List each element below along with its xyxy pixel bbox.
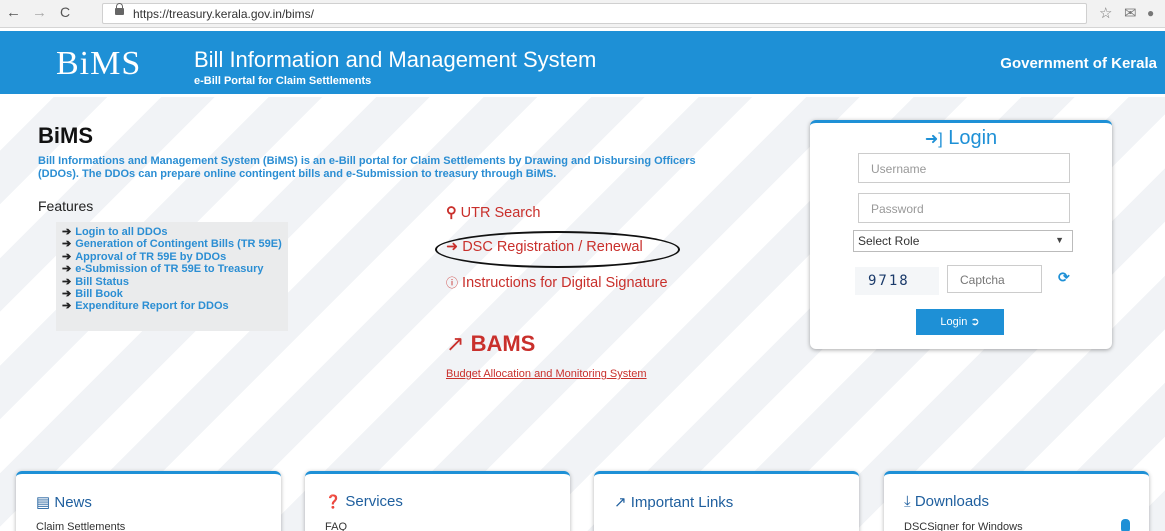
arrow-right-icon: ➔ [62,238,72,251]
lock-icon [115,3,124,15]
feature-item: ➔ Login to all DDOs [62,226,168,238]
arrow-right-icon: ➔ [62,263,72,276]
services-item[interactable]: FAQ [325,521,347,531]
address-bar[interactable]: https://treasury.kerala.gov.in/bims/ [102,3,1087,24]
reload-icon[interactable]: C [60,4,70,20]
url-text: https://treasury.kerala.gov.in/bims/ [133,7,314,21]
main-content: BiMS Bill Informations and Management Sy… [0,97,1165,531]
browser-toolbar: ← → C https://treasury.kerala.gov.in/bim… [0,0,1165,28]
sign-in-icon: ➜] [924,131,943,148]
downloads-item[interactable]: DSCSigner for Windows [904,521,1023,531]
downloads-heading: ⤓ Downloads [904,493,990,510]
caret-down-icon: ▼ [1055,235,1064,245]
info-circle-icon: ⓘ [446,276,459,290]
bims-description: Bill Informations and Management System … [38,155,696,180]
features-list: ➔ Login to all DDOs ➔ Generation of Contin… [56,222,288,331]
brand-heading: BiMS [38,123,93,148]
feature-item: ➔ Bill Book [62,288,123,301]
bams-link[interactable]: ↗ BAMS [446,331,535,357]
features-heading: Features [38,198,94,214]
captcha-image: 9718 [855,267,939,295]
dsc-registration-link[interactable]: ➜ DSC Registration / Renewal [446,239,643,255]
news-item[interactable]: Claim Settlements [36,521,125,531]
important-links-panel: ↗ Important Links [594,471,859,531]
download-icon: ⤓ [904,493,911,510]
profile-icon[interactable]: ● [1147,6,1154,20]
arrow-right-icon: ➔ [62,250,72,263]
arrow-right-icon: ➔ [62,226,72,238]
scrollbar-thumb[interactable] [1121,519,1130,531]
feature-item: ➔ Approval of TR 59E by DDOs [62,250,227,263]
login-button[interactable]: Login ➲ [916,309,1004,335]
site-logo[interactable]: BiMS [56,45,141,83]
bams-subtitle-link[interactable]: Budget Allocation and Monitoring System [446,368,647,380]
back-icon[interactable]: ← [6,4,21,21]
forward-icon[interactable]: → [32,4,47,21]
utr-search-link[interactable]: ⚲ UTR Search [446,205,540,221]
refresh-captcha-icon[interactable]: ⟳ [1058,269,1070,286]
arrow-right-icon: ➔ [62,275,72,288]
mail-icon[interactable]: ✉ [1124,4,1137,22]
role-select[interactable]: Select Role ▼ [853,230,1073,252]
arrow-right-icon: ➔ [62,300,72,313]
feature-item: ➔ Expenditure Report for DDOs [62,300,229,313]
government-label: Government of Kerala [1000,55,1157,72]
newspaper-icon: ▤ [36,494,51,511]
arrow-circle-right-icon: ➲ [970,316,980,328]
site-title: Bill Information and Management System [194,47,597,72]
news-panel: ▤ News Claim Settlements [16,471,281,531]
feature-item: ➔ Generation of Contingent Bills (TR 59E) [62,238,282,251]
login-panel: ➜] Login Username Password Select Role ▼… [810,120,1112,349]
feature-item: ➔ Bill Status [62,275,130,288]
instructions-link[interactable]: ⓘ Instructions for Digital Signature [446,274,668,291]
external-link-icon: ↗ [446,331,465,356]
external-link-icon: ↗ [614,494,627,511]
question-circle-icon: ❓ [325,494,342,509]
news-heading: ▤ News [36,494,92,511]
password-input[interactable]: Password [858,193,1070,223]
arrow-right-icon: ➔ [62,288,72,301]
search-icon: ⚲ [446,205,457,221]
sign-in-icon: ➜ [446,239,459,255]
services-panel: ❓ Services FAQ [305,471,570,531]
login-heading: ➜] Login [924,127,998,149]
site-header: BiMS Bill Information and Management Sys… [0,31,1165,97]
username-input[interactable]: Username [858,153,1070,183]
important-links-heading: ↗ Important Links [614,494,734,511]
downloads-panel: ⤓ Downloads DSCSigner for Windows [884,471,1149,531]
feature-item: ➔ e-Submission of TR 59E to Treasury [62,263,264,276]
captcha-input[interactable]: Captcha [947,265,1042,293]
site-subtitle: e-Bill Portal for Claim Settlements [194,75,372,87]
services-heading: ❓ Services [325,493,403,510]
bookmark-star-icon[interactable]: ☆ [1099,4,1112,22]
